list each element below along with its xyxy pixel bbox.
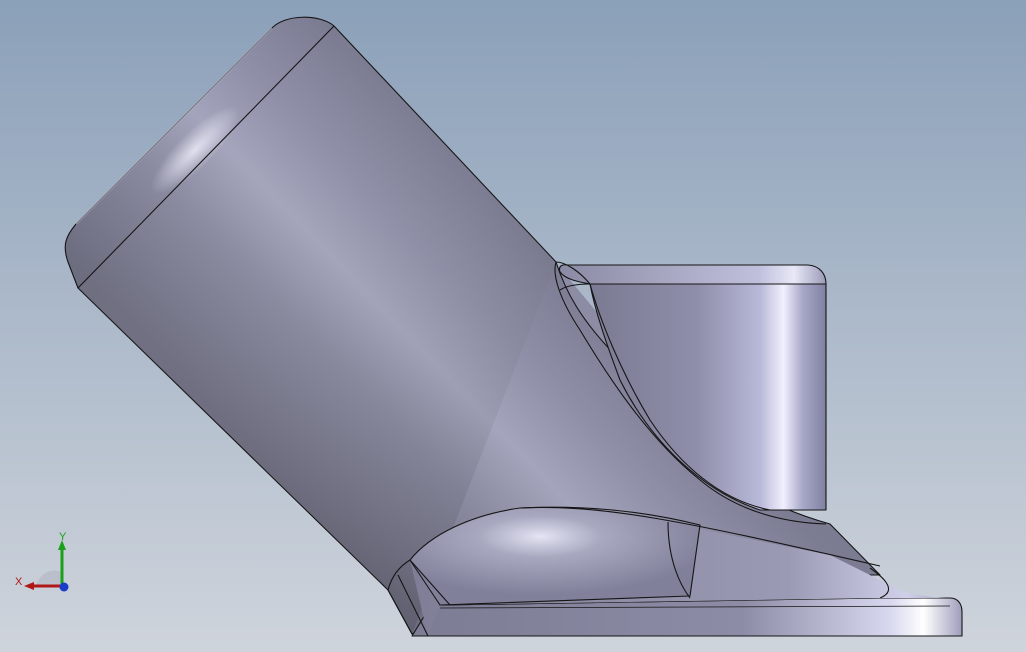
graphics-viewport[interactable]: Y X — [0, 0, 1026, 652]
model-scene[interactable] — [0, 0, 1026, 652]
triad-y-label: Y — [59, 531, 67, 543]
view-triad[interactable]: Y X — [12, 528, 76, 598]
triad-x-label: X — [15, 576, 23, 588]
boss-top-rim — [558, 264, 827, 285]
